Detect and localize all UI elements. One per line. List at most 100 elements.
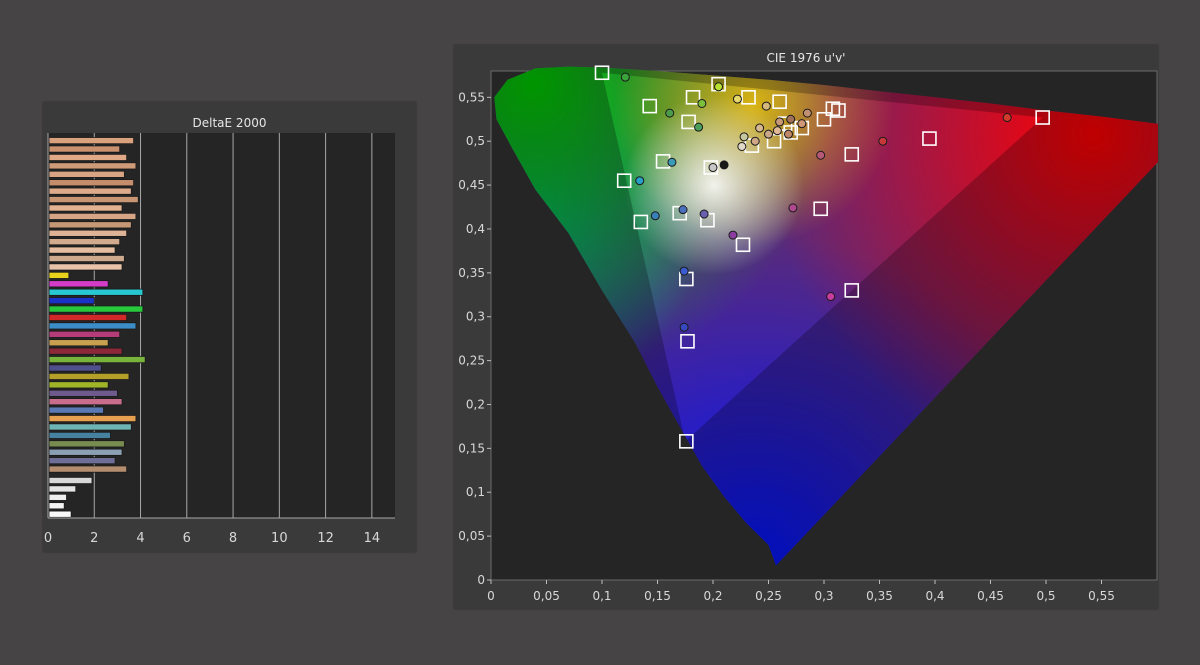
cie-x-tick-label: 0,4 bbox=[925, 589, 944, 603]
deltae-bar bbox=[48, 229, 128, 237]
measured-circle-marker bbox=[650, 211, 660, 221]
measured-circle-marker bbox=[714, 82, 724, 92]
measured-circle-marker bbox=[678, 205, 688, 215]
deltae-bar bbox=[48, 196, 139, 204]
measured-circle-marker bbox=[761, 101, 771, 111]
deltae-bar bbox=[48, 187, 132, 195]
cie-x-tick-label: 0,05 bbox=[533, 589, 560, 603]
cie-y-tick-label: 0,55 bbox=[458, 90, 485, 104]
measured-circle-marker bbox=[1002, 113, 1012, 123]
cie-y-tick-label: 0,5 bbox=[466, 134, 485, 148]
cie-y-tick-label: 0 bbox=[477, 573, 485, 587]
deltae-bar bbox=[48, 364, 102, 372]
deltae-bar bbox=[48, 221, 132, 229]
measured-circle-marker bbox=[699, 209, 709, 219]
deltae-x-tick-label: 4 bbox=[136, 531, 144, 546]
deltae-x-tick-label: 2 bbox=[90, 531, 98, 546]
deltae-bar bbox=[48, 423, 132, 431]
measured-circle-marker bbox=[697, 98, 707, 108]
deltae-x-tick-label: 12 bbox=[317, 531, 334, 546]
deltae-bar bbox=[48, 493, 67, 501]
measured-circle-marker bbox=[694, 122, 704, 132]
measured-circle-marker bbox=[719, 160, 729, 170]
measured-circle-marker bbox=[755, 123, 765, 133]
cie-panel: CIE 1976 u'v' 0 0,05 0,1 0,15 0,2 0,25 0… bbox=[454, 45, 1158, 609]
deltae-panel: DeltaE 2000 0 2 4 6 8 10 12 14 bbox=[43, 102, 416, 552]
deltae-chart: 0 2 4 6 8 10 12 14 bbox=[44, 133, 395, 546]
deltae-bar bbox=[48, 322, 137, 330]
measured-circle-marker bbox=[667, 157, 677, 167]
cie-x-tick-label: 0,55 bbox=[1088, 589, 1115, 603]
measured-circle-marker bbox=[708, 163, 718, 173]
deltae-bar bbox=[48, 246, 116, 254]
deltae-bar bbox=[48, 288, 144, 296]
cie-y-tick-label: 0,35 bbox=[458, 266, 485, 280]
measured-circle-marker bbox=[788, 203, 798, 213]
deltae-bar bbox=[48, 510, 72, 518]
deltae-bar bbox=[48, 406, 104, 414]
deltae-bar bbox=[48, 137, 134, 145]
deltae-bar bbox=[48, 145, 121, 153]
deltae-bar bbox=[48, 440, 125, 448]
deltae-x-tick-label: 14 bbox=[364, 531, 381, 546]
deltae-bar bbox=[48, 305, 144, 313]
measured-circle-marker bbox=[816, 150, 826, 160]
deltae-bar bbox=[48, 330, 121, 338]
deltae-bar bbox=[48, 297, 95, 305]
cie-y-tick-label: 0,45 bbox=[458, 178, 485, 192]
measured-circle-marker bbox=[878, 136, 888, 146]
cie-x-tick-label: 0,35 bbox=[866, 589, 893, 603]
cie-x-tick-label: 0,1 bbox=[592, 589, 611, 603]
cie-y-tick-label: 0,2 bbox=[466, 397, 485, 411]
cie-y-tick-label: 0,3 bbox=[466, 310, 485, 324]
deltae-bar bbox=[48, 204, 123, 212]
deltae-bar bbox=[48, 389, 118, 397]
deltae-bar bbox=[48, 212, 137, 220]
deltae-x-tick-label: 6 bbox=[183, 531, 191, 546]
measured-circle-marker bbox=[802, 108, 812, 118]
deltae-bar bbox=[48, 255, 125, 263]
deltae-x-tick-label: 10 bbox=[271, 531, 288, 546]
measured-circle-marker bbox=[826, 292, 836, 302]
deltae-bar bbox=[48, 280, 109, 288]
deltae-bar bbox=[48, 271, 70, 279]
deltae-bar bbox=[48, 153, 128, 161]
measured-circle-marker bbox=[772, 126, 782, 136]
deltae-bar bbox=[48, 356, 146, 364]
deltae-bar bbox=[48, 263, 123, 271]
measured-circle-marker bbox=[728, 230, 738, 240]
measured-circle-marker bbox=[679, 266, 689, 276]
deltae-bar bbox=[48, 372, 130, 380]
deltae-bar bbox=[48, 415, 137, 423]
measured-circle-marker bbox=[737, 141, 747, 151]
deltae-bar bbox=[48, 162, 137, 170]
measured-circle-marker bbox=[764, 129, 773, 139]
cie-y-tick-label: 0,15 bbox=[458, 441, 485, 455]
deltae-bar bbox=[48, 381, 109, 389]
cie-y-tick-label: 0,25 bbox=[458, 354, 485, 368]
measured-circle-marker bbox=[739, 132, 749, 142]
measured-circle-marker bbox=[783, 129, 793, 139]
deltae-bar bbox=[48, 502, 65, 510]
deltae-bar bbox=[48, 431, 111, 439]
deltae-bar bbox=[48, 398, 123, 406]
deltae-bar bbox=[48, 313, 128, 321]
deltae-bar bbox=[48, 476, 93, 485]
measured-circle-marker bbox=[620, 72, 630, 82]
deltae-bar bbox=[48, 485, 77, 493]
deltae-bar bbox=[48, 170, 125, 178]
measured-circle-marker bbox=[775, 117, 785, 127]
deltae-bar bbox=[48, 339, 109, 347]
deltae-x-tick-label: 0 bbox=[44, 531, 52, 546]
deltae-bar bbox=[48, 238, 121, 246]
measured-circle-marker bbox=[750, 136, 760, 146]
deltae-bar bbox=[48, 347, 123, 355]
cie-y-tick-label: 0,4 bbox=[466, 222, 485, 236]
measured-circle-marker bbox=[679, 322, 689, 332]
cie-x-tick-label: 0,25 bbox=[755, 589, 782, 603]
measured-circle-marker bbox=[797, 119, 807, 129]
cie-y-tick-label: 0,05 bbox=[458, 529, 485, 543]
deltae-bar bbox=[48, 448, 123, 456]
cie-x-tick-label: 0,2 bbox=[703, 589, 722, 603]
cie-chart: 0 0,05 0,1 0,15 0,2 0,25 0,3 0,35 0,4 0,45 0,5 0,55… bbox=[458, 65, 1158, 603]
